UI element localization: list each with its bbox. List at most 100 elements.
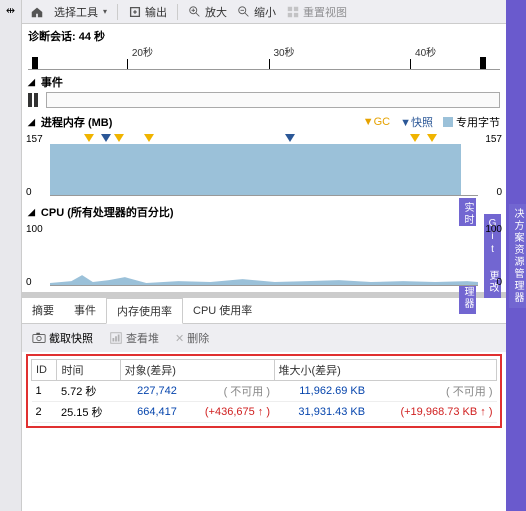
zoom-in-icon xyxy=(188,5,202,19)
view-heap-button[interactable]: 查看堆 xyxy=(105,328,163,348)
output-button[interactable]: 输出 xyxy=(124,2,171,22)
col-objects[interactable]: 对象(差异) xyxy=(120,360,274,381)
home-button[interactable] xyxy=(26,3,48,21)
table-row[interactable]: 1 5.72 秒 227,742 ( 不可用 ) 11,962.69 KB ( … xyxy=(32,381,497,402)
y-min-right: 0 xyxy=(496,277,502,288)
delete-button[interactable]: ✕ 删除 xyxy=(171,328,213,348)
cell-time: 5.72 秒 xyxy=(57,381,120,402)
timeline[interactable]: 20秒 30秒 40秒 xyxy=(28,44,500,70)
legend-snapshot: ▼快照 xyxy=(400,114,433,130)
memory-plot xyxy=(50,136,478,196)
memory-chart[interactable]: 157 0 157 0 xyxy=(28,134,500,198)
timeline-tick: 30秒 xyxy=(273,44,294,59)
zoom-out-label: 缩小 xyxy=(254,4,276,20)
tab-events[interactable]: 事件 xyxy=(64,298,106,323)
cell-objects[interactable]: 664,417 xyxy=(120,402,181,423)
cpu-chart[interactable]: 100 0 100 0 xyxy=(28,224,500,288)
legend-private: 专用字节 xyxy=(443,114,500,130)
cell-objects-delta[interactable]: (+436,675 ↑ ) xyxy=(181,402,274,423)
tab-summary[interactable]: 摘要 xyxy=(22,298,64,323)
snapshot-marker xyxy=(285,134,295,142)
view-heap-label: 查看堆 xyxy=(126,330,159,346)
memory-title: 进程内存 (MB) xyxy=(41,114,113,130)
reset-icon xyxy=(286,5,300,19)
snapshot-table-highlight: ID 时间 对象(差异) 堆大小(差异) 1 5.72 秒 227,742 ( … xyxy=(26,354,502,428)
snapshot-label: 截取快照 xyxy=(49,330,93,346)
y-max-left: 157 xyxy=(26,134,43,145)
y-max-right: 100 xyxy=(485,224,502,235)
cell-heap-delta[interactable]: (+19,968.73 KB ↑ ) xyxy=(369,402,496,423)
tab-memory-usage[interactable]: 内存使用率 xyxy=(106,298,183,324)
pin-icon[interactable]: ⇹ xyxy=(6,4,15,17)
cell-id: 2 xyxy=(32,402,57,423)
zoom-in-label: 放大 xyxy=(205,4,227,20)
tickline xyxy=(127,59,128,69)
col-heap[interactable]: 堆大小(差异) xyxy=(274,360,496,381)
timeline-tick: 20秒 xyxy=(132,44,153,59)
main-column: 选择工具 输出 放大 缩小 重置视图 诊断会话: 44 秒 xyxy=(22,0,506,511)
diagnostics-panel: 诊断会话: 44 秒 20秒 30秒 40秒 xyxy=(22,24,506,72)
timeline-start-marker xyxy=(32,57,38,69)
output-icon xyxy=(128,5,142,19)
events-title: 事件 xyxy=(41,74,63,90)
tickline xyxy=(410,59,411,69)
col-id[interactable]: ID xyxy=(32,360,57,381)
cpu-header[interactable]: CPU (所有处理器的百分比) xyxy=(22,202,506,222)
snapshot-marker xyxy=(101,134,111,142)
events-track[interactable] xyxy=(46,92,500,108)
snapshot-toolbar: 截取快照 查看堆 ✕ 删除 xyxy=(22,324,506,352)
events-header[interactable]: 事件 xyxy=(22,72,506,92)
select-tool-label: 选择工具 xyxy=(54,4,98,20)
zoom-out-button[interactable]: 缩小 xyxy=(233,2,280,22)
right-sidebar: 决方案资源管理器 Git 更改 实时属性资源管理器 xyxy=(506,0,526,511)
gc-marker xyxy=(144,134,154,142)
delete-icon: ✕ xyxy=(175,332,184,345)
collapse-icon xyxy=(28,206,37,218)
take-snapshot-button[interactable]: 截取快照 xyxy=(28,328,97,348)
zoom-in-button[interactable]: 放大 xyxy=(184,2,231,22)
y-min-left: 0 xyxy=(26,277,32,288)
cell-id: 1 xyxy=(32,381,57,402)
toolbar: 选择工具 输出 放大 缩小 重置视图 xyxy=(22,0,506,24)
snapshot-table: ID 时间 对象(差异) 堆大小(差异) 1 5.72 秒 227,742 ( … xyxy=(31,359,497,423)
diag-session-label: 诊断会话: 44 秒 xyxy=(28,28,500,44)
y-max-right: 157 xyxy=(485,134,502,145)
home-icon xyxy=(30,5,44,19)
events-row xyxy=(22,92,506,112)
heap-icon xyxy=(109,331,123,345)
collapse-icon xyxy=(28,76,37,88)
y-max-left: 100 xyxy=(26,224,43,235)
pause-icon[interactable] xyxy=(28,93,42,107)
gc-marker xyxy=(427,134,437,142)
gc-marker xyxy=(84,134,94,142)
gc-marker xyxy=(114,134,124,142)
output-label: 输出 xyxy=(145,4,167,20)
separator xyxy=(177,4,178,20)
cell-objects[interactable]: 227,742 xyxy=(120,381,181,402)
cell-heap[interactable]: 31,931.43 KB xyxy=(274,402,369,423)
tickline xyxy=(269,59,270,69)
select-tool-dropdown[interactable]: 选择工具 xyxy=(50,2,111,22)
cpu-plot xyxy=(50,226,478,286)
reset-label: 重置视图 xyxy=(303,4,347,20)
timeline-tick: 40秒 xyxy=(415,44,436,59)
col-time[interactable]: 时间 xyxy=(57,360,120,381)
y-min-right: 0 xyxy=(496,187,502,198)
separator xyxy=(117,4,118,20)
camera-icon xyxy=(32,331,46,345)
panel-solution-explorer[interactable]: 决方案资源管理器 xyxy=(509,204,526,308)
cpu-title: CPU (所有处理器的百分比) xyxy=(41,204,174,220)
memory-header[interactable]: 进程内存 (MB) ▼GC ▼快照 专用字节 xyxy=(22,112,506,132)
memory-legend: ▼GC ▼快照 专用字节 xyxy=(363,114,500,130)
cell-heap-delta: ( 不可用 ) xyxy=(369,381,496,402)
left-gutter: ⇹ xyxy=(0,0,22,511)
tab-cpu-usage[interactable]: CPU 使用率 xyxy=(183,298,262,323)
y-min-left: 0 xyxy=(26,187,32,198)
table-row[interactable]: 2 25.15 秒 664,417 (+436,675 ↑ ) 31,931.4… xyxy=(32,402,497,423)
memory-area xyxy=(50,144,461,195)
reset-view-button[interactable]: 重置视图 xyxy=(282,2,351,22)
collapse-icon xyxy=(28,116,37,128)
cell-heap[interactable]: 11,962.69 KB xyxy=(274,381,369,402)
timeline-end-marker xyxy=(480,57,486,69)
bottom-tabs: 摘要 事件 内存使用率 CPU 使用率 xyxy=(22,298,506,324)
